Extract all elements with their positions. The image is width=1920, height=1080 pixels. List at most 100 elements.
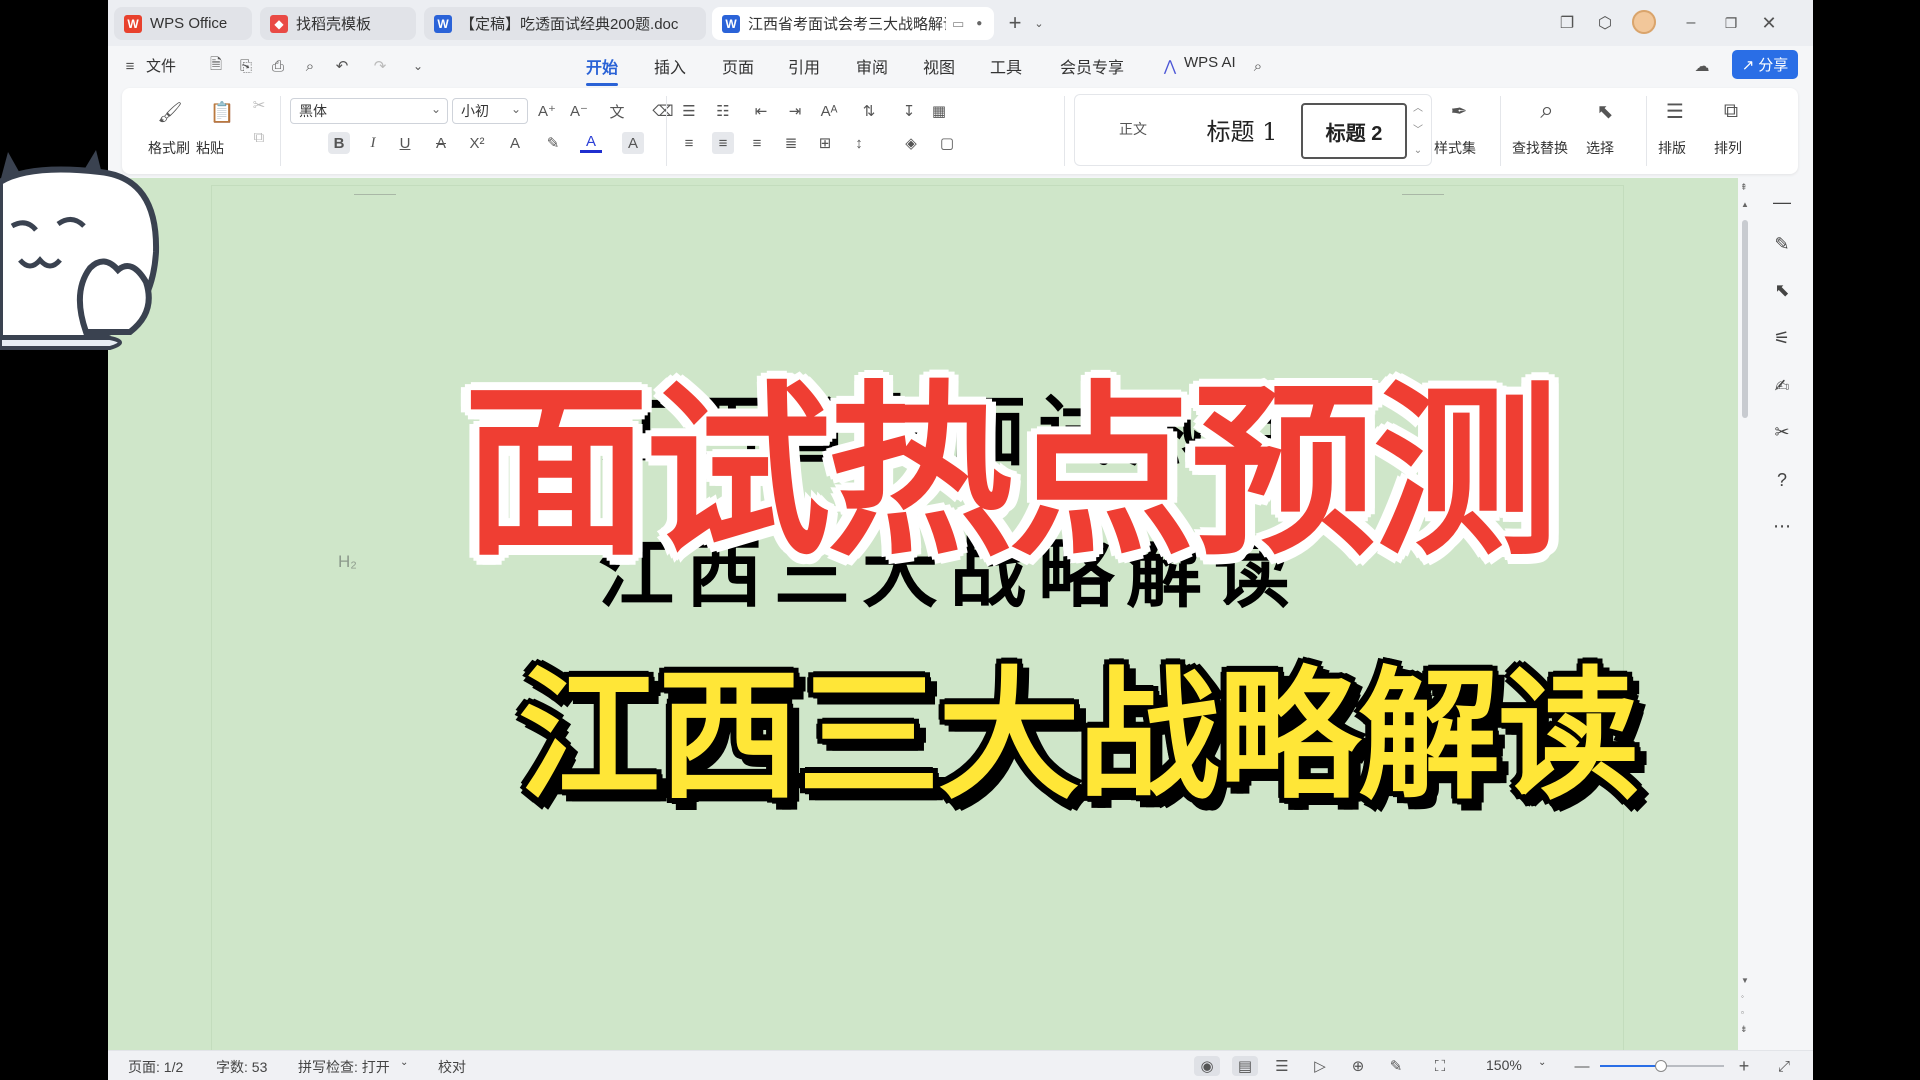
font-color-icon[interactable]: A — [580, 132, 602, 153]
wps-ai-button[interactable]: WPS AI — [1184, 54, 1236, 71]
shrink-font-icon[interactable]: A⁻ — [568, 100, 590, 122]
bold-icon[interactable]: B — [328, 132, 350, 154]
align-left-icon[interactable]: ≡ — [678, 132, 700, 154]
sort-icon[interactable]: ⇅ — [858, 100, 880, 122]
tab-references[interactable]: 引用 — [788, 54, 820, 78]
close-icon[interactable]: ✕ — [1758, 12, 1780, 34]
tab-view[interactable]: 视图 — [923, 54, 955, 78]
pinyin-guide-icon[interactable]: 文 — [606, 100, 628, 122]
scroll-top-icon[interactable]: ⇞ — [1740, 182, 1748, 193]
style-scroll-up-icon[interactable]: ︿ — [1407, 95, 1429, 117]
quick-access-chevron-icon[interactable]: ⌄ — [408, 56, 428, 76]
style-set-label[interactable]: 样式集 — [1434, 138, 1476, 158]
avatar[interactable] — [1632, 10, 1656, 34]
tab-review[interactable]: 审阅 — [856, 54, 888, 78]
layout-icon[interactable]: ☰ — [1660, 96, 1690, 126]
line-spacing-icon[interactable]: ↕ — [848, 132, 870, 154]
scroll-up-icon[interactable]: ▲ — [1741, 200, 1749, 209]
italic-icon[interactable]: I — [362, 132, 384, 154]
scrollbar-thumb[interactable] — [1742, 220, 1748, 418]
maximize-icon[interactable]: ❐ — [1720, 12, 1742, 34]
tab-doc-200[interactable]: W 【定稿】吃透面试经典200题.doc — [424, 7, 706, 40]
zoom-slider-knob[interactable] — [1654, 1060, 1667, 1072]
print-preview-icon[interactable]: ⌕ — [300, 56, 320, 76]
window-restore-icon[interactable]: ❐ — [1556, 12, 1578, 34]
next-page-icon[interactable]: ⇟ — [1740, 1024, 1748, 1035]
find-replace-label[interactable]: 查找替换 — [1512, 138, 1568, 158]
tab-tools[interactable]: 工具 — [990, 54, 1022, 78]
superscript-icon[interactable]: X² — [466, 132, 488, 154]
search-icon[interactable]: ⌕ — [1248, 56, 1268, 76]
zoom-out-icon[interactable]: — — [1572, 1056, 1592, 1076]
paste-label[interactable]: 粘贴 — [196, 138, 224, 158]
share-button[interactable]: ↗ 分享 — [1732, 50, 1798, 79]
layout-label[interactable]: 排版 — [1658, 138, 1686, 158]
decrease-indent-icon[interactable]: ⇤ — [750, 100, 772, 122]
text-direction-icon[interactable]: Aᴬ — [818, 100, 840, 122]
cut-icon[interactable]: ✂ — [248, 94, 270, 116]
arrange-icon[interactable]: ⧉ — [1716, 96, 1746, 126]
grow-font-icon[interactable]: A⁺ — [536, 100, 558, 122]
style-more-icon[interactable]: ⌄ — [1407, 139, 1429, 161]
clear-format-icon[interactable]: ⌫ — [652, 100, 674, 122]
show-marks-icon[interactable]: ▦ — [928, 100, 950, 122]
strikethrough-icon[interactable]: A — [430, 132, 452, 154]
page-view-icon[interactable]: ▤ — [1232, 1056, 1258, 1076]
zoom-in-icon[interactable]: + — [1734, 1056, 1754, 1076]
paste-icon[interactable]: 📋 — [208, 98, 236, 126]
format-painter-icon[interactable]: 🖌 — [156, 98, 184, 126]
font-size-select[interactable]: 小初 ⌄ — [452, 98, 528, 124]
prev-page-icon[interactable]: ◦ — [1741, 992, 1744, 1001]
tab-insert[interactable]: 插入 — [654, 54, 686, 78]
spell-check-status[interactable]: 拼写检查: 打开 — [298, 1057, 390, 1077]
eye-protection-icon[interactable]: ◉ — [1194, 1056, 1220, 1076]
zoom-level[interactable]: 150% — [1486, 1057, 1522, 1073]
select-browse-icon[interactable]: ▫ — [1741, 1008, 1744, 1017]
numbered-list-icon[interactable]: ☷ — [712, 100, 734, 122]
style-heading-1[interactable]: 标题 1 — [1187, 103, 1297, 155]
fullscreen-icon[interactable]: ⤢ — [1774, 1056, 1794, 1076]
style-normal[interactable]: 正文 — [1083, 103, 1183, 155]
shading-icon[interactable]: ◈ — [900, 132, 922, 154]
tab-member[interactable]: 会员专享 — [1060, 54, 1124, 78]
export-icon[interactable]: ⎘ — [236, 56, 256, 76]
scroll-down-icon[interactable]: ▼ — [1741, 976, 1749, 985]
select-cursor-icon[interactable]: ⬉ — [1590, 96, 1620, 126]
zoom-chevron-icon[interactable]: ⌄ — [1538, 1057, 1546, 1068]
save-icon[interactable]: 🗎 — [206, 56, 226, 76]
tab-daoke-templates[interactable]: ◆ 找稻壳模板 — [260, 7, 416, 40]
help-icon[interactable]: ? — [1770, 468, 1794, 492]
text-effect-icon[interactable]: A — [504, 132, 526, 154]
menu-file[interactable]: 文件 — [146, 55, 176, 76]
document-page[interactable] — [212, 186, 1623, 1066]
pen-edit-icon[interactable]: ✎ — [1770, 232, 1794, 256]
hamburger-menu-icon[interactable]: ≡ — [120, 56, 140, 76]
new-tab-plus-icon[interactable]: + — [1004, 10, 1026, 35]
zoom-slider[interactable] — [1600, 1060, 1724, 1072]
align-center-icon[interactable]: ≡ — [712, 132, 734, 154]
play-icon[interactable]: ▷ — [1310, 1056, 1330, 1076]
write-mode-icon[interactable]: ✎ — [1386, 1056, 1406, 1076]
fit-page-icon[interactable]: ⛶ — [1430, 1056, 1450, 1076]
arrange-label[interactable]: 排列 — [1714, 138, 1742, 158]
tab-home[interactable]: 开始 — [586, 54, 619, 86]
char-shading-icon[interactable]: A — [622, 132, 644, 154]
adjust-sliders-icon[interactable]: ⚟ — [1770, 326, 1794, 350]
minimize-icon[interactable]: – — [1680, 12, 1702, 34]
pointer-select-icon[interactable]: ⬉ — [1770, 278, 1794, 302]
more-icon[interactable]: ⋯ — [1770, 514, 1794, 538]
word-count[interactable]: 字数: 53 — [216, 1057, 267, 1077]
tools-icon[interactable]: ✂ — [1770, 420, 1794, 444]
page-count[interactable]: 页面: 1/2 — [128, 1057, 183, 1077]
unsaved-dot-icon[interactable]: ● — [976, 18, 982, 29]
redo-icon[interactable]: ↷ — [370, 56, 390, 76]
tab-page[interactable]: 页面 — [722, 54, 754, 78]
proofread-button[interactable]: 校对 — [438, 1057, 466, 1077]
print-icon[interactable]: ⎙ — [268, 56, 288, 76]
style-set-icon[interactable]: ✒ — [1444, 96, 1474, 126]
find-replace-icon[interactable]: ⌕ — [1532, 96, 1562, 126]
undo-icon[interactable]: ↶ — [332, 56, 352, 76]
style-heading-2[interactable]: 标题 2 — [1301, 103, 1407, 159]
align-right-icon[interactable]: ≡ — [746, 132, 768, 154]
document-viewport[interactable]: H₂ 江西省考面试热点 江西三大战略解读 — [108, 178, 1738, 1066]
